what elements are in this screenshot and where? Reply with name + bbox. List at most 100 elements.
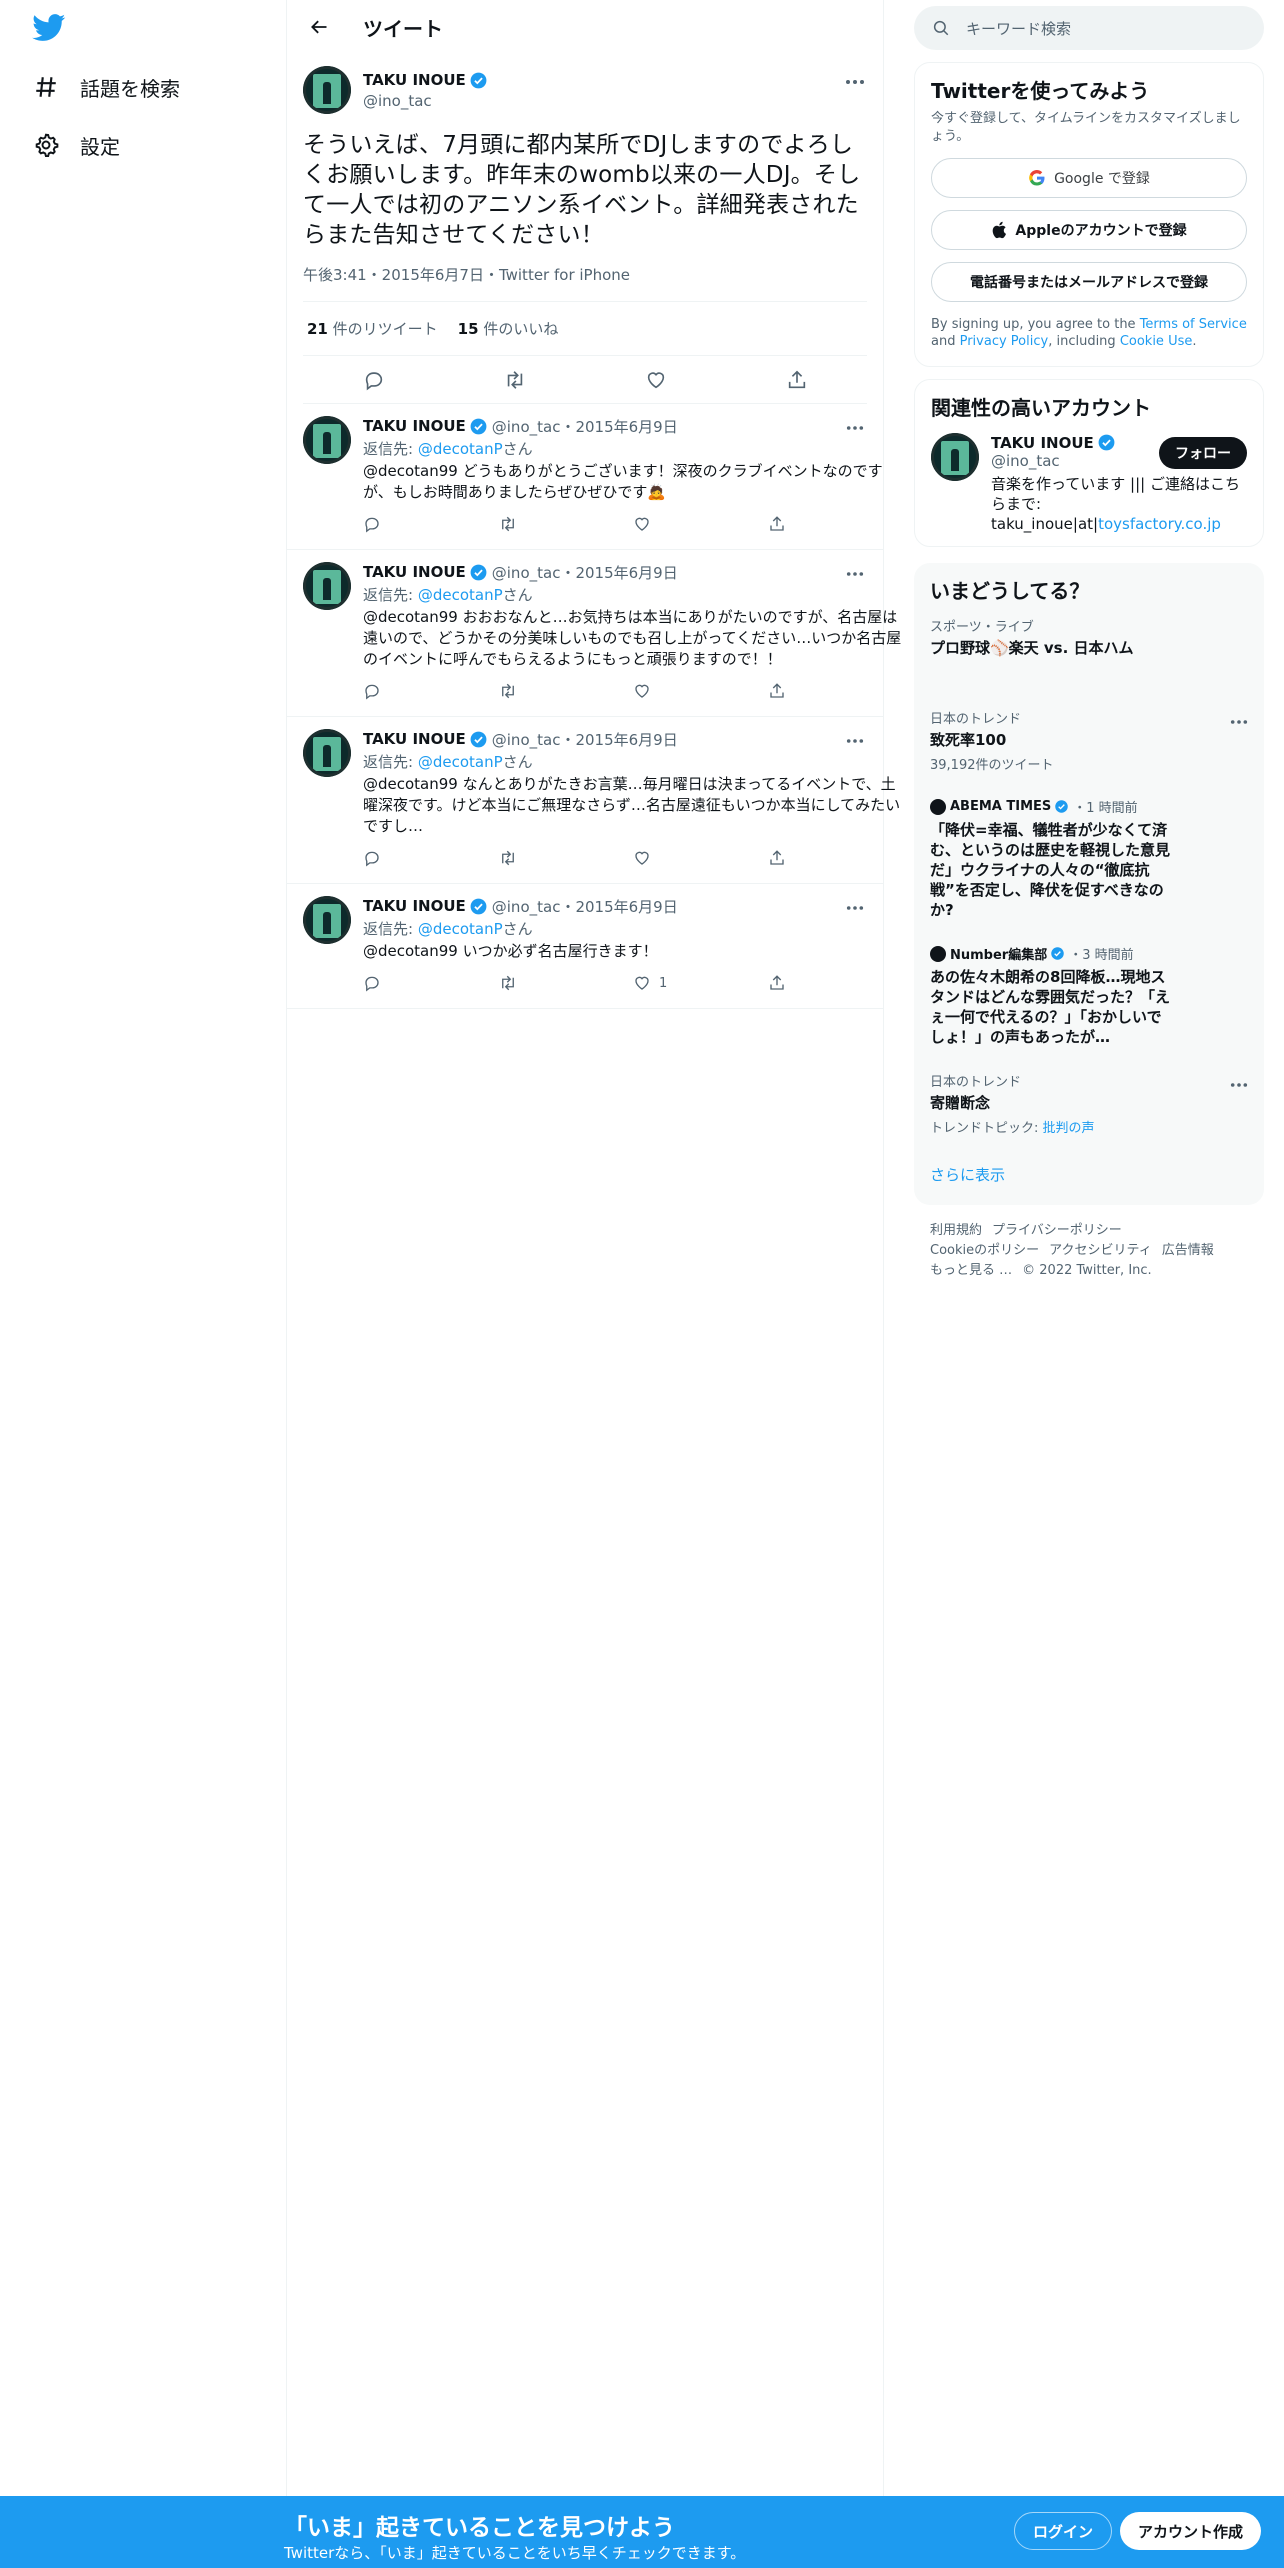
privacy-policy-link[interactable]: Privacy Policy bbox=[960, 334, 1049, 349]
more-options-button[interactable] bbox=[843, 729, 867, 753]
phone-email-signup-button[interactable]: 電話番号またはメールアドレスで登録 bbox=[931, 262, 1247, 302]
share-button[interactable] bbox=[768, 515, 903, 533]
reply-button[interactable] bbox=[363, 682, 498, 700]
like-button[interactable] bbox=[633, 515, 768, 533]
news-title: 「降伏=幸福、犠牲者が少なくて済む、というのは歴史を軽視した意見だ」ウクライナの… bbox=[930, 821, 1171, 919]
footer-accessibility-link[interactable]: アクセシビリティ bbox=[1049, 1243, 1152, 1258]
reply-author-name[interactable]: TAKU INOUE bbox=[363, 563, 466, 581]
reply-to-handle-link[interactable]: @decotanP bbox=[418, 920, 503, 938]
retweet-button[interactable] bbox=[498, 974, 633, 992]
share-icon bbox=[770, 975, 784, 990]
footer-privacy-link[interactable]: プライバシーポリシー bbox=[992, 1223, 1122, 1238]
retweet-button[interactable] bbox=[498, 515, 633, 533]
reply-author-name[interactable]: TAKU INOUE bbox=[363, 897, 466, 915]
apple-signup-button[interactable]: Appleのアカウントで登録 bbox=[931, 210, 1247, 250]
reply-button[interactable] bbox=[363, 515, 498, 533]
more-options-button[interactable] bbox=[843, 562, 867, 586]
retweet-button[interactable] bbox=[498, 682, 633, 700]
nav-settings-label: 設定 bbox=[80, 134, 120, 159]
share-button[interactable] bbox=[768, 974, 903, 992]
reply-handle-date[interactable]: @ino_tac・2015年6月9日 bbox=[492, 896, 678, 917]
reply-handle-date[interactable]: @ino_tac・2015年6月9日 bbox=[492, 562, 678, 583]
reply-tweet[interactable]: TAKU INOUE @ino_tac・2015年6月9日 返信先: @decota… bbox=[287, 404, 883, 550]
heart-icon bbox=[635, 976, 649, 990]
trend-topic-link[interactable]: 批判の声 bbox=[1043, 1121, 1095, 1136]
avatar[interactable] bbox=[303, 729, 351, 777]
retweet-stat[interactable]: 21 件のリツイート bbox=[307, 318, 438, 339]
back-button[interactable] bbox=[301, 9, 337, 45]
news-source: ABEMA TIMES bbox=[950, 799, 1052, 814]
share-button[interactable] bbox=[768, 849, 903, 867]
trend-item[interactable]: 日本のトレンド 寄贈断念 トレンドトピック: 批判の声 bbox=[914, 1059, 1264, 1148]
reply-to-handle-link[interactable]: @decotanP bbox=[418, 753, 503, 771]
related-name[interactable]: TAKU INOUE bbox=[991, 434, 1094, 452]
related-account[interactable]: TAKU INOUE @ino_tac 音楽を作っています ||| ご連絡はこち… bbox=[931, 433, 1247, 534]
signup-card: Twitterを使ってみよう 今すぐ登録して、タイムラインをカスタマイズしましょ… bbox=[914, 62, 1264, 367]
more-dots-icon bbox=[1230, 1083, 1248, 1087]
trend-item[interactable]: 日本のトレンド 致死率100 39,192件のツイート bbox=[914, 696, 1264, 785]
reply-tweet[interactable]: TAKU INOUE @ino_tac・2015年6月9日 返信先: @decota… bbox=[287, 717, 900, 884]
twitter-logo-icon[interactable] bbox=[32, 14, 66, 42]
trend-item[interactable]: スポーツ・ライブ プロ野球⚾楽天 vs. 日本ハム bbox=[914, 604, 1264, 670]
like-stat[interactable]: 15 件のいいね bbox=[458, 318, 559, 339]
terms-text: . bbox=[1192, 334, 1197, 349]
avatar[interactable] bbox=[931, 433, 979, 481]
reply-author-name[interactable]: TAKU INOUE bbox=[363, 730, 466, 748]
apple-signup-label: Appleのアカウントで登録 bbox=[1015, 223, 1187, 239]
more-options-button[interactable] bbox=[843, 70, 867, 94]
reply-button[interactable] bbox=[363, 849, 498, 867]
nav-explore[interactable]: 話題を検索 bbox=[32, 59, 180, 115]
retweet-label: 件のリツイート bbox=[332, 320, 438, 338]
author-name[interactable]: TAKU INOUE bbox=[363, 71, 466, 89]
nav-settings[interactable]: 設定 bbox=[32, 117, 120, 173]
google-signup-button[interactable]: Google で登録 bbox=[931, 158, 1247, 198]
share-button[interactable] bbox=[778, 361, 816, 399]
author-handle[interactable]: @ino_tac bbox=[363, 92, 488, 110]
news-item[interactable]: Number編集部 ・3 時間前 あの佐々木朗希の8回降板…現地スタンドはどんな… bbox=[914, 932, 1264, 1059]
reply-to-handle-link[interactable]: @decotanP bbox=[418, 440, 503, 458]
terms-of-service-link[interactable]: Terms of Service bbox=[1140, 317, 1247, 332]
reply-to-suffix: さん bbox=[502, 586, 533, 604]
footer-ads-link[interactable]: 広告情報 bbox=[1162, 1243, 1214, 1258]
share-button[interactable] bbox=[768, 682, 903, 700]
more-options-button[interactable] bbox=[843, 416, 867, 440]
related-bio-link[interactable]: toysfactory.co.jp bbox=[1098, 515, 1221, 533]
footer-cookie-link[interactable]: Cookieのポリシー bbox=[930, 1243, 1039, 1258]
reply-tweet[interactable]: TAKU INOUE @ino_tac・2015年6月9日 返信先: @decota… bbox=[287, 884, 883, 1009]
related-accounts-card: 関連性の高いアカウント TAKU INOUE @ino_tac 音楽を作っていま… bbox=[914, 379, 1264, 547]
reply-handle-date[interactable]: @ino_tac・2015年6月9日 bbox=[492, 729, 678, 750]
trend-more-button[interactable] bbox=[1230, 1073, 1248, 1092]
avatar[interactable] bbox=[303, 66, 351, 114]
avatar[interactable] bbox=[303, 896, 351, 944]
avatar[interactable] bbox=[303, 416, 351, 464]
verified-badge-icon bbox=[1098, 434, 1115, 451]
search-input[interactable]: キーワード検索 bbox=[914, 6, 1264, 50]
like-button[interactable] bbox=[633, 849, 768, 867]
reply-button[interactable] bbox=[363, 974, 498, 992]
like-button[interactable]: 1 bbox=[633, 974, 768, 992]
follow-button[interactable]: フォロー bbox=[1159, 437, 1247, 469]
create-account-button[interactable]: アカウント作成 bbox=[1120, 2512, 1262, 2550]
tweet-meta[interactable]: 午後3:41・2015年6月7日・Twitter for iPhone bbox=[303, 264, 867, 302]
news-item[interactable]: ABEMA TIMES ・1 時間前 「降伏=幸福、犠牲者が少なくて済む、という… bbox=[914, 785, 1264, 932]
trend-more-button[interactable] bbox=[1230, 710, 1248, 729]
reply-author-name[interactable]: TAKU INOUE bbox=[363, 417, 466, 435]
reply-actions: 1 bbox=[363, 966, 903, 1000]
reply-to-handle-link[interactable]: @decotanP bbox=[418, 586, 503, 604]
show-more-link[interactable]: さらに表示 bbox=[914, 1148, 1264, 1205]
retweet-button[interactable] bbox=[498, 849, 633, 867]
reply-handle-date[interactable]: @ino_tac・2015年6月9日 bbox=[492, 416, 678, 437]
login-button[interactable]: ログイン bbox=[1014, 2512, 1113, 2550]
footer-more-link[interactable]: もっと見る … bbox=[930, 1263, 1012, 1278]
more-options-button[interactable] bbox=[843, 896, 867, 920]
reply-tweet[interactable]: TAKU INOUE @ino_tac・2015年6月9日 返信先: @decota… bbox=[287, 550, 901, 717]
retweet-button[interactable] bbox=[496, 361, 534, 399]
reply-button[interactable] bbox=[355, 361, 393, 399]
cookie-use-link[interactable]: Cookie Use bbox=[1120, 334, 1193, 349]
like-count: 15 bbox=[457, 320, 479, 338]
avatar[interactable] bbox=[303, 562, 351, 610]
trend-context: 日本のトレンド bbox=[930, 1075, 1022, 1090]
like-button[interactable] bbox=[633, 682, 768, 700]
like-button[interactable] bbox=[637, 361, 675, 399]
footer-terms-link[interactable]: 利用規約 bbox=[930, 1223, 982, 1238]
